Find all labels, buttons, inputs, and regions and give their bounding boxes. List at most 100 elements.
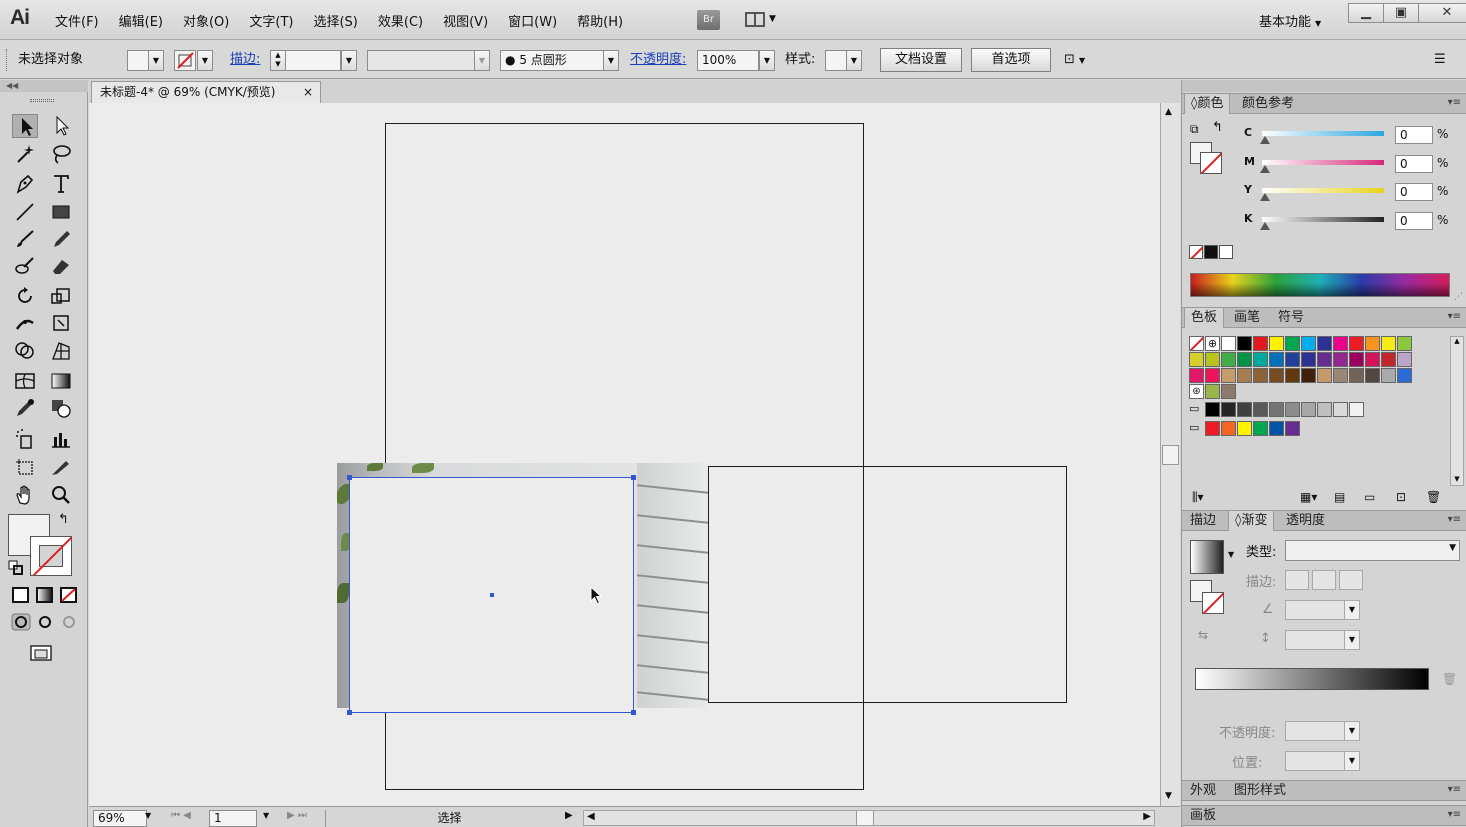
workspace-switcher[interactable]: 基本功能 ▼ xyxy=(1259,11,1321,30)
color-swatch[interactable] xyxy=(1221,336,1236,351)
panel-menu-icon[interactable]: ☰ xyxy=(1434,49,1446,71)
type-tool[interactable] xyxy=(48,172,74,196)
color-swatch[interactable] xyxy=(1237,368,1252,383)
resize-grip-icon[interactable]: ⋰ xyxy=(1454,292,1463,302)
variable-width-profile[interactable] xyxy=(367,50,475,71)
color-swatch[interactable] xyxy=(1365,336,1380,351)
color-swatch[interactable] xyxy=(1301,336,1316,351)
default-colors-icon[interactable] xyxy=(8,560,24,576)
color-swatch[interactable] xyxy=(1349,368,1364,383)
angle-dropdown[interactable]: ▼ xyxy=(1344,600,1360,620)
color-swatch[interactable] xyxy=(1253,368,1268,383)
channel-input-y[interactable]: 0 xyxy=(1395,183,1433,201)
tab-stroke[interactable]: 描边 xyxy=(1184,511,1222,531)
document-tab[interactable]: 未标题-4* @ 69% (CMYK/预览) × xyxy=(91,81,321,103)
color-swatch[interactable] xyxy=(1205,402,1220,417)
brush-definition[interactable]: ● 5 点圆形 xyxy=(500,50,604,71)
new-group-icon[interactable]: ▭ xyxy=(1364,490,1375,504)
aspect-ratio-dropdown[interactable]: ▼ xyxy=(1344,630,1360,650)
color-swatch[interactable] xyxy=(1381,352,1396,367)
draw-inside-icon[interactable] xyxy=(58,612,80,632)
minimize-button[interactable]: ▁ xyxy=(1348,3,1384,23)
fill-dropdown[interactable]: ▼ xyxy=(148,50,164,71)
color-spectrum[interactable] xyxy=(1190,273,1450,297)
color-swatch[interactable] xyxy=(1269,336,1284,351)
page-input[interactable]: 1 xyxy=(209,810,257,827)
opacity-input[interactable]: 100% xyxy=(697,50,759,71)
panel-menu-icon[interactable]: ▾≡ xyxy=(1448,311,1461,322)
stroke-weight-dropdown[interactable]: ▼ xyxy=(341,50,357,71)
tab-swatches[interactable]: 色板 xyxy=(1184,308,1225,328)
color-swatch[interactable] xyxy=(1317,402,1332,417)
zoom-dropdown-icon[interactable]: ▼ xyxy=(145,811,151,820)
stroke-color-box[interactable] xyxy=(1200,152,1222,174)
gradient-type-select[interactable]: ▼ xyxy=(1285,540,1460,561)
color-swatch[interactable] xyxy=(1349,402,1364,417)
style-dropdown[interactable]: ▼ xyxy=(846,50,862,71)
panel-menu-icon[interactable]: ▾≡ xyxy=(1448,809,1461,820)
color-swatch[interactable] xyxy=(1333,352,1348,367)
folder-icon[interactable]: ▭ xyxy=(1189,402,1204,417)
panel-menu-icon[interactable]: ▾≡ xyxy=(1448,97,1461,108)
grip-handle[interactable] xyxy=(6,49,9,71)
channel-slider-c[interactable] xyxy=(1262,131,1384,136)
color-swatch[interactable] xyxy=(1189,368,1204,383)
opacity-label[interactable]: 不透明度: xyxy=(630,49,686,71)
dock-collapse-strip[interactable] xyxy=(1182,80,1466,92)
color-swatch[interactable] xyxy=(1221,384,1236,399)
stroke-weight-stepper[interactable]: ▲ ▼ xyxy=(270,50,286,71)
show-kinds-icon[interactable]: ▦▾ xyxy=(1300,490,1317,504)
color-swatch[interactable] xyxy=(1253,336,1268,351)
color-swatch[interactable] xyxy=(1301,402,1316,417)
column-graph-tool[interactable] xyxy=(48,427,74,451)
color-swatch[interactable] xyxy=(1269,368,1284,383)
tab-graphic-styles[interactable]: 图形样式 xyxy=(1228,781,1292,801)
aspect-ratio-input[interactable] xyxy=(1285,630,1345,650)
color-swatch[interactable] xyxy=(1349,336,1364,351)
default-colors-icon[interactable]: ⧉ xyxy=(1190,122,1199,137)
menu-effect[interactable]: 效果(C) xyxy=(378,11,423,30)
angle-input[interactable] xyxy=(1285,600,1345,620)
grip-handle[interactable] xyxy=(30,99,54,102)
symbol-sprayer-tool[interactable] xyxy=(12,427,38,451)
artboard-tool[interactable] xyxy=(12,456,38,480)
delete-stop-icon[interactable]: 🗑 xyxy=(1442,672,1457,686)
vertical-scrollbar[interactable]: ▲ ▼ xyxy=(1160,103,1180,806)
color-swatch[interactable] xyxy=(1221,402,1236,417)
slider-thumb[interactable] xyxy=(1260,165,1270,173)
color-swatch[interactable] xyxy=(1381,336,1396,351)
color-swatch[interactable] xyxy=(1237,336,1252,351)
new-swatch-icon[interactable]: ⊡ xyxy=(1396,490,1406,504)
gradient-mode-icon[interactable] xyxy=(34,585,56,605)
pencil-tool[interactable] xyxy=(48,227,74,251)
menu-view[interactable]: 视图(V) xyxy=(443,11,488,30)
hand-tool[interactable] xyxy=(12,483,38,507)
color-swatch[interactable] xyxy=(1397,336,1412,351)
menu-type[interactable]: 文字(T) xyxy=(249,11,293,30)
swap-icon[interactable]: ↰ xyxy=(1212,120,1223,135)
reverse-gradient-icon[interactable]: ⇆ xyxy=(1198,628,1208,642)
stroke-across-icon[interactable] xyxy=(1339,570,1363,590)
color-swatch[interactable] xyxy=(1221,352,1236,367)
artboard-secondary[interactable] xyxy=(708,466,1067,703)
tab-brushes[interactable]: 画笔 xyxy=(1228,308,1266,328)
blob-brush-tool[interactable] xyxy=(12,254,38,278)
draw-behind-icon[interactable] xyxy=(34,612,56,632)
color-swatch[interactable] xyxy=(1285,368,1300,383)
selection-tool[interactable] xyxy=(12,114,38,138)
mesh-tool[interactable] xyxy=(12,369,38,393)
slice-tool[interactable] xyxy=(48,456,74,480)
shape-builder-tool[interactable] xyxy=(12,339,38,363)
color-swatch[interactable] xyxy=(1189,352,1204,367)
canvas[interactable] xyxy=(89,103,1160,806)
free-transform-tool[interactable] xyxy=(48,311,74,335)
close-tab-icon[interactable]: × xyxy=(303,82,313,103)
tab-artboards[interactable]: 画板 xyxy=(1184,806,1222,826)
brush-dropdown[interactable]: ▼ xyxy=(603,50,619,71)
stroke-within-icon[interactable] xyxy=(1285,570,1309,590)
tab-color[interactable]: ◊颜色 xyxy=(1184,94,1231,114)
magic-wand-tool[interactable] xyxy=(12,142,38,166)
slider-thumb[interactable] xyxy=(1260,193,1270,201)
line-segment-tool[interactable] xyxy=(12,200,38,224)
color-swatch[interactable] xyxy=(1205,352,1220,367)
